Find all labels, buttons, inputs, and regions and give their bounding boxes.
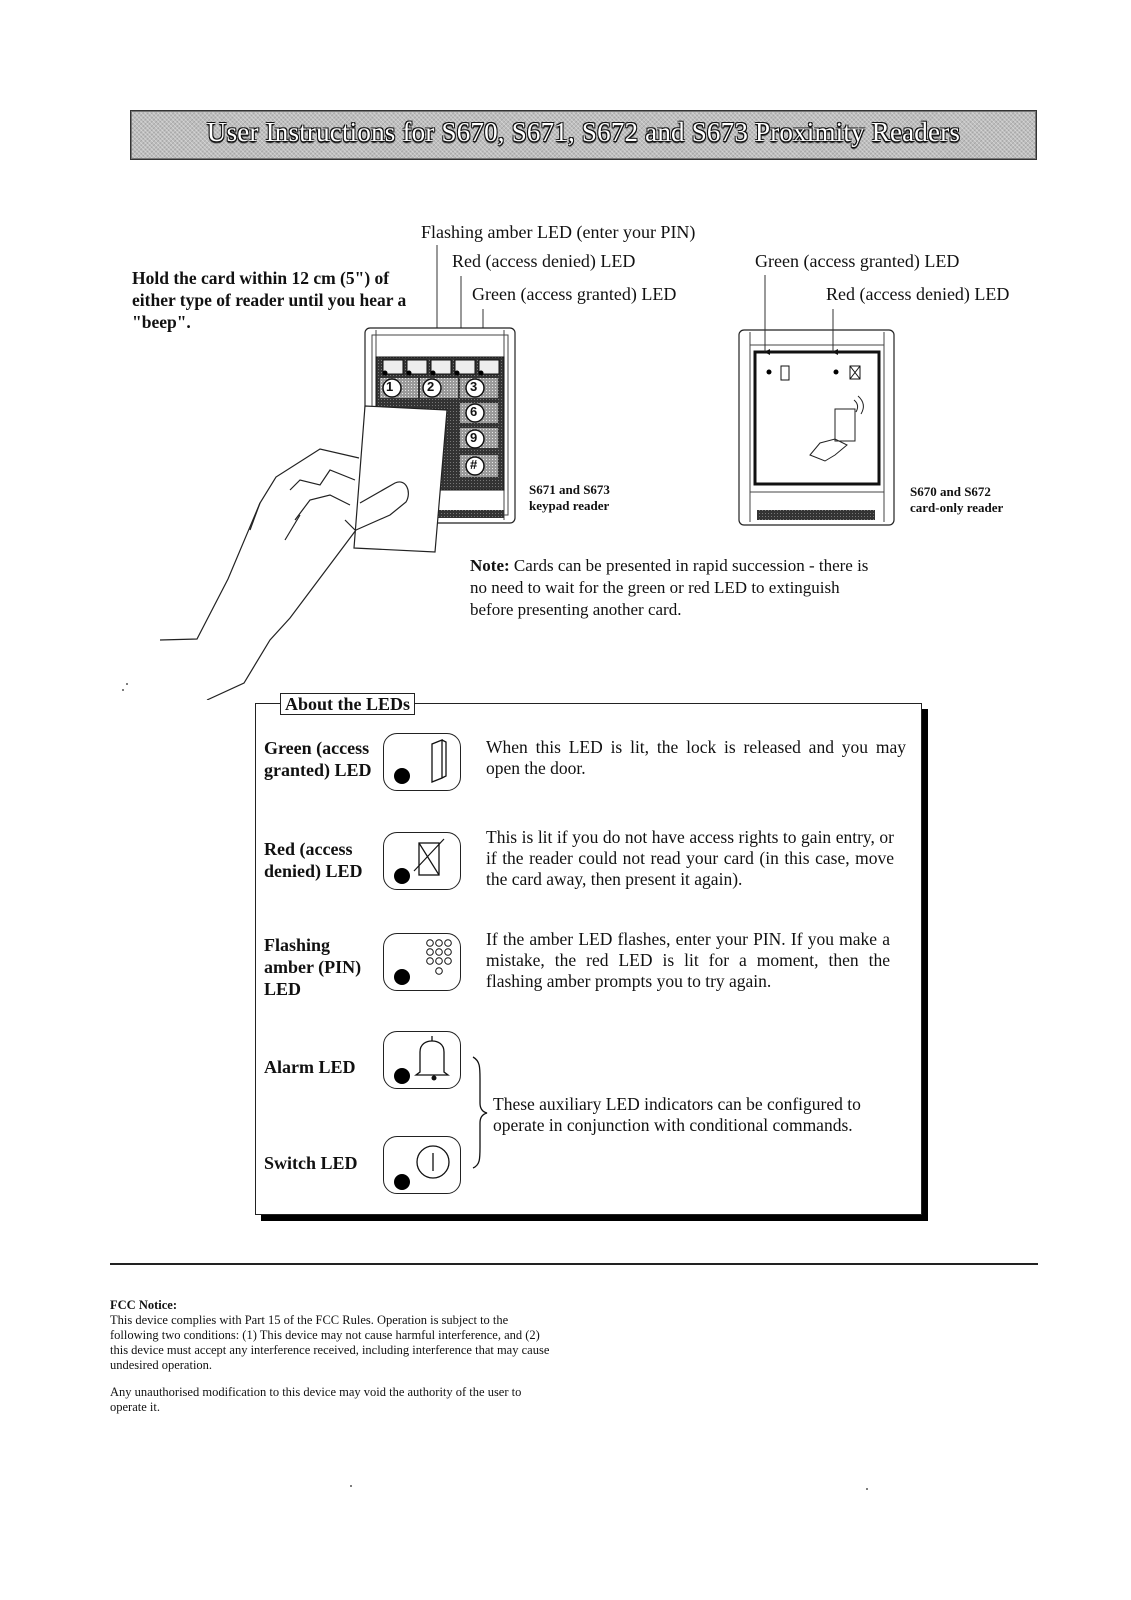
scan-speck: [866, 1488, 868, 1490]
fcc-notice: FCC Notice: This device complies with Pa…: [110, 1298, 550, 1415]
led-desc-red: This is lit if you do not have access ri…: [486, 827, 894, 889]
scan-speck: [126, 683, 128, 685]
brace-icon: [472, 1056, 488, 1169]
keypad-reader-caption: S671 and S673 keypad reader: [529, 482, 610, 514]
scan-speck: [122, 689, 124, 691]
card-caption-model: S670 and S672: [910, 484, 991, 499]
fcc-modification: Any unauthorised modification to this de…: [110, 1385, 522, 1414]
led-label-line: denied) LED: [264, 861, 363, 881]
key-hash: #: [470, 457, 478, 472]
alarm-led-icon-frame: [383, 1031, 461, 1089]
keypad-caption-type: keypad reader: [529, 498, 610, 513]
led-label-switch: Switch LED: [264, 1153, 358, 1173]
key-2: 2: [427, 379, 435, 394]
led-aux-note: These auxiliary LED indicators can be co…: [493, 1094, 861, 1135]
bell-icon: [394, 1036, 450, 1084]
led-label-line: Green (access: [264, 738, 370, 758]
led-label-line: LED: [264, 979, 302, 999]
fcc-title: FCC Notice:: [110, 1298, 177, 1312]
crossed-door-icon: [394, 838, 445, 884]
door-icon: [394, 739, 447, 784]
fcc-body: This device complies with Part 15 of the…: [110, 1313, 550, 1372]
led-label-line: Red (access: [264, 839, 353, 859]
key-3: 3: [470, 379, 478, 394]
proximity-card: [353, 405, 448, 553]
amber-led-icon-frame: [383, 933, 461, 991]
note-text: Note: Cards can be presented in rapid su…: [470, 555, 870, 621]
keypad-caption-model: S671 and S673: [529, 482, 610, 497]
keypad-icon: [394, 939, 452, 985]
switch-led-icon-frame: [383, 1136, 461, 1194]
key-1: 1: [386, 379, 394, 394]
led-label-red: Red (access denied) LED: [264, 838, 363, 882]
key-9: 9: [470, 430, 478, 445]
red-led-icon-frame: [383, 832, 461, 890]
led-label-line: amber (PIN): [264, 957, 362, 977]
power-switch-icon: [394, 1145, 450, 1190]
green-led-icon-frame: [383, 733, 461, 791]
led-label-alarm: Alarm LED: [264, 1057, 356, 1077]
led-desc-green: When this LED is lit, the lock is releas…: [486, 737, 906, 778]
led-label-amber: Flashing amber (PIN) LED: [264, 934, 361, 1000]
led-label-line: Flashing: [264, 935, 331, 955]
card-caption-type: card-only reader: [910, 500, 1004, 515]
card-only-reader: [738, 329, 895, 526]
led-desc-amber: If the amber LED flashes, enter your PIN…: [486, 929, 890, 991]
scan-speck: [350, 1485, 352, 1487]
card-reader-caption: S670 and S672 card-only reader: [910, 484, 1003, 516]
keypad-led-row: [382, 359, 500, 376]
led-label-line: granted) LED: [264, 760, 372, 780]
led-label-green: Green (access granted) LED: [264, 737, 372, 781]
about-leds-title: About the LEDs: [280, 693, 416, 715]
footer-divider: [110, 1263, 1038, 1265]
key-6: 6: [470, 404, 478, 419]
note-label: Note:: [470, 556, 510, 575]
note-body: Cards can be presented in rapid successi…: [470, 556, 869, 619]
